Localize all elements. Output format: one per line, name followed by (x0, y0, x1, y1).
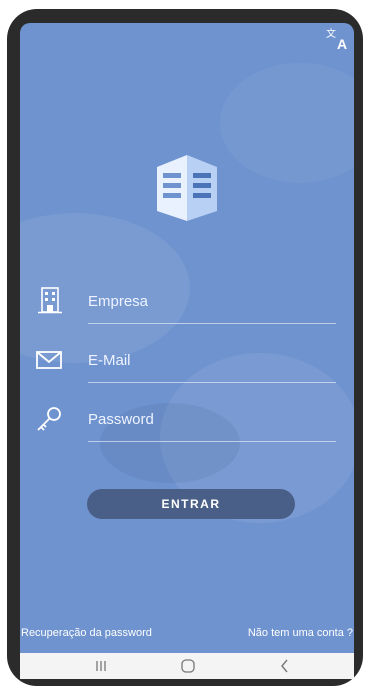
svg-text:A: A (337, 36, 347, 51)
password-input[interactable] (88, 398, 336, 440)
home-icon[interactable] (178, 658, 198, 674)
email-underline (88, 382, 336, 383)
app-screen: 文 A Empresa E-Mail ENTRAR Recuperação da… (20, 23, 354, 653)
login-button[interactable]: ENTRAR (87, 489, 295, 519)
password-underline (88, 441, 336, 442)
key-icon (32, 404, 66, 434)
svg-text:文: 文 (326, 27, 336, 40)
android-nav-bar (20, 653, 354, 679)
envelope-icon (32, 345, 66, 375)
building-logo-icon (147, 149, 227, 221)
company-underline (88, 323, 336, 324)
building-icon (32, 286, 66, 316)
recover-password-link[interactable]: Recuperação da password (21, 627, 152, 639)
email-input[interactable] (88, 339, 336, 381)
background-shape (220, 63, 354, 183)
company-field[interactable] (32, 280, 336, 324)
translate-icon[interactable]: 文 A (326, 27, 352, 52)
email-field[interactable] (32, 339, 336, 383)
password-field[interactable] (32, 398, 336, 442)
signup-link[interactable]: Não tem uma conta ? (248, 627, 353, 639)
recents-icon[interactable] (91, 658, 111, 674)
back-icon[interactable] (275, 658, 295, 674)
company-input[interactable] (88, 280, 336, 322)
